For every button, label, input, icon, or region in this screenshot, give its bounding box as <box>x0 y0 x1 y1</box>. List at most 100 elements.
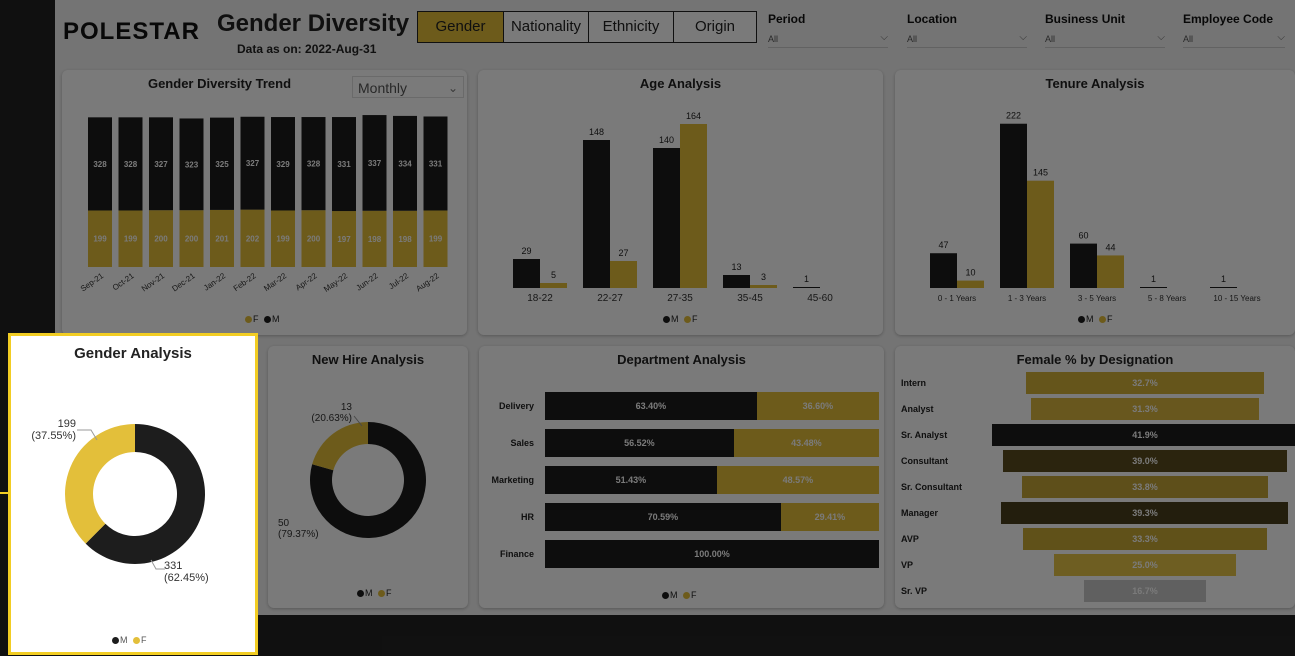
female-bar <box>610 261 637 288</box>
female-bar <box>680 124 707 288</box>
trend-x-tick: Jan-22 <box>202 271 228 293</box>
male-bar <box>583 140 610 288</box>
gender-legend: M F <box>109 635 147 645</box>
tenure-legend: M F <box>1075 314 1113 324</box>
age-analysis-chart: 29 5 18-22 148 27 22-27 140 164 27-35 13 3 35-45 1 45… <box>513 111 833 304</box>
filter-business-unit-value[interactable]: All <box>1045 32 1165 48</box>
gender-analysis-card[interactable]: Gender Analysis 199 (37.55%) 331 (62.45%… <box>8 333 258 655</box>
gender-female-annot: 199 (37.55%) <box>24 418 76 442</box>
designation-bar: 41.9% <box>992 424 1295 446</box>
female-bar <box>540 283 567 288</box>
tab-nationality[interactable]: Nationality <box>503 11 589 43</box>
department-female-bar: 43.48% <box>733 429 879 457</box>
new-hire-donut <box>310 415 426 538</box>
department-male-bar: 70.59% <box>545 503 781 531</box>
department-legend: M F <box>659 590 697 600</box>
male-legend-dot <box>663 316 670 324</box>
department-female-bar: 29.41% <box>780 503 879 531</box>
tab-ethnicity[interactable]: Ethnicity <box>588 11 674 43</box>
female-bar-label: 145 <box>1033 168 1048 178</box>
age-legend-m: M <box>671 314 679 324</box>
trend-x-tick: Dec-21 <box>170 271 197 293</box>
filter-business-unit-label: Business Unit <box>1045 12 1126 26</box>
new-hire-female-slice <box>312 422 368 471</box>
filter-period[interactable]: Period All <box>768 12 888 48</box>
trend-male-value: 323 <box>185 160 199 169</box>
female-bar-label: 5 <box>551 270 556 280</box>
female-bar-label: 10 <box>965 268 975 278</box>
new-hire-male-annot: 50 (79.37%) <box>278 518 348 540</box>
page-title: Gender Diversity <box>217 10 410 37</box>
trend-female-value: 199 <box>93 235 107 244</box>
trend-x-tick: Jul-22 <box>387 271 410 291</box>
department-female-bar: 36.60% <box>756 392 879 420</box>
male-bar <box>793 287 820 288</box>
male-bar <box>513 259 540 288</box>
x-axis-tick: 0 - 1 Years <box>938 294 976 303</box>
tab-gender[interactable]: Gender <box>417 11 504 43</box>
age-legend-f: F <box>692 314 698 324</box>
designation-bar: 39.0% <box>1002 450 1288 472</box>
department-male-bar: 100.00% <box>545 540 879 568</box>
designation-name: Sr. VP <box>901 586 928 596</box>
designation-row: Manager 39.3% <box>895 500 1295 526</box>
male-legend-dot <box>264 316 272 324</box>
x-axis-tick: 1 - 3 Years <box>1008 294 1046 303</box>
trend-x-tick: Apr-22 <box>294 271 319 292</box>
gender-legend-m: M <box>120 635 128 645</box>
filter-location[interactable]: Location All <box>907 12 1027 48</box>
designation-bar: 25.0% <box>1053 554 1237 576</box>
trend-male-value: 331 <box>429 159 443 168</box>
trend-female-value: 202 <box>246 234 260 243</box>
filter-employee-code-value[interactable]: All <box>1183 32 1285 48</box>
designation-name: AVP <box>901 534 919 544</box>
new-hire-card: New Hire Analysis 13 (20.63%) 50 (79.37%… <box>268 346 468 608</box>
trend-male-value: 331 <box>337 160 351 169</box>
male-bar <box>1140 287 1167 288</box>
tab-origin[interactable]: Origin <box>673 11 757 43</box>
female-bar-label: 44 <box>1105 242 1115 252</box>
designation-row: Intern 32.7% <box>895 370 1295 396</box>
designation-bar: 32.7% <box>1025 372 1265 394</box>
designation-row: Analyst 31.3% <box>895 396 1295 422</box>
tenure-legend-m: M <box>1086 314 1094 324</box>
trend-male-value: 327 <box>154 160 168 169</box>
x-axis-tick: 18-22 <box>527 293 553 304</box>
age-analysis-card: Age Analysis 29 5 18-22 148 27 22-27 140 164 27-… <box>478 70 883 335</box>
tenure-legend-f: F <box>1107 314 1113 324</box>
male-bar-label: 222 <box>1006 111 1021 121</box>
gender-legend-f: F <box>141 635 147 645</box>
department-row: Sales 56.52% 43.48% <box>479 429 884 457</box>
filter-location-value[interactable]: All <box>907 32 1027 48</box>
department-female-bar: 48.57% <box>716 466 879 494</box>
designation-name: Analyst <box>901 404 934 414</box>
male-bar-label: 140 <box>659 135 674 145</box>
trend-x-tick: Jun-22 <box>354 271 380 293</box>
designation-bar: 16.7% <box>1084 580 1206 602</box>
designation-bar: 33.3% <box>1023 528 1267 550</box>
male-legend-dot <box>662 592 669 600</box>
trend-female-value: 201 <box>215 234 229 243</box>
filter-business-unit[interactable]: Business Unit All <box>1045 12 1165 48</box>
trend-male-value: 334 <box>398 159 412 168</box>
department-male-bar: 63.40% <box>545 392 757 420</box>
trend-female-value: 200 <box>307 235 321 244</box>
new-hire-legend-m: M <box>365 588 373 598</box>
designation-row: Sr. VP 16.7% <box>895 578 1295 604</box>
trend-female-value: 200 <box>185 235 199 244</box>
male-bar-label: 47 <box>938 240 948 250</box>
female-bar <box>1097 255 1124 288</box>
new-hire-legend-f: F <box>386 588 392 598</box>
female-bar-label: 164 <box>686 111 701 121</box>
trend-female-value: 198 <box>368 235 382 244</box>
x-axis-tick: 27-35 <box>667 293 693 304</box>
filter-employee-code[interactable]: Employee Code All <box>1183 12 1285 48</box>
filter-period-value[interactable]: All <box>768 32 888 48</box>
designation-bar: 31.3% <box>1030 398 1260 420</box>
new-hire-female-value: 13 <box>340 402 352 413</box>
male-legend-dot <box>112 637 119 645</box>
male-bar-label: 29 <box>521 246 531 256</box>
trend-x-tick: Nov-21 <box>140 271 167 293</box>
male-bar <box>930 253 957 288</box>
new-hire-female-pct: (20.63%) <box>311 413 352 424</box>
